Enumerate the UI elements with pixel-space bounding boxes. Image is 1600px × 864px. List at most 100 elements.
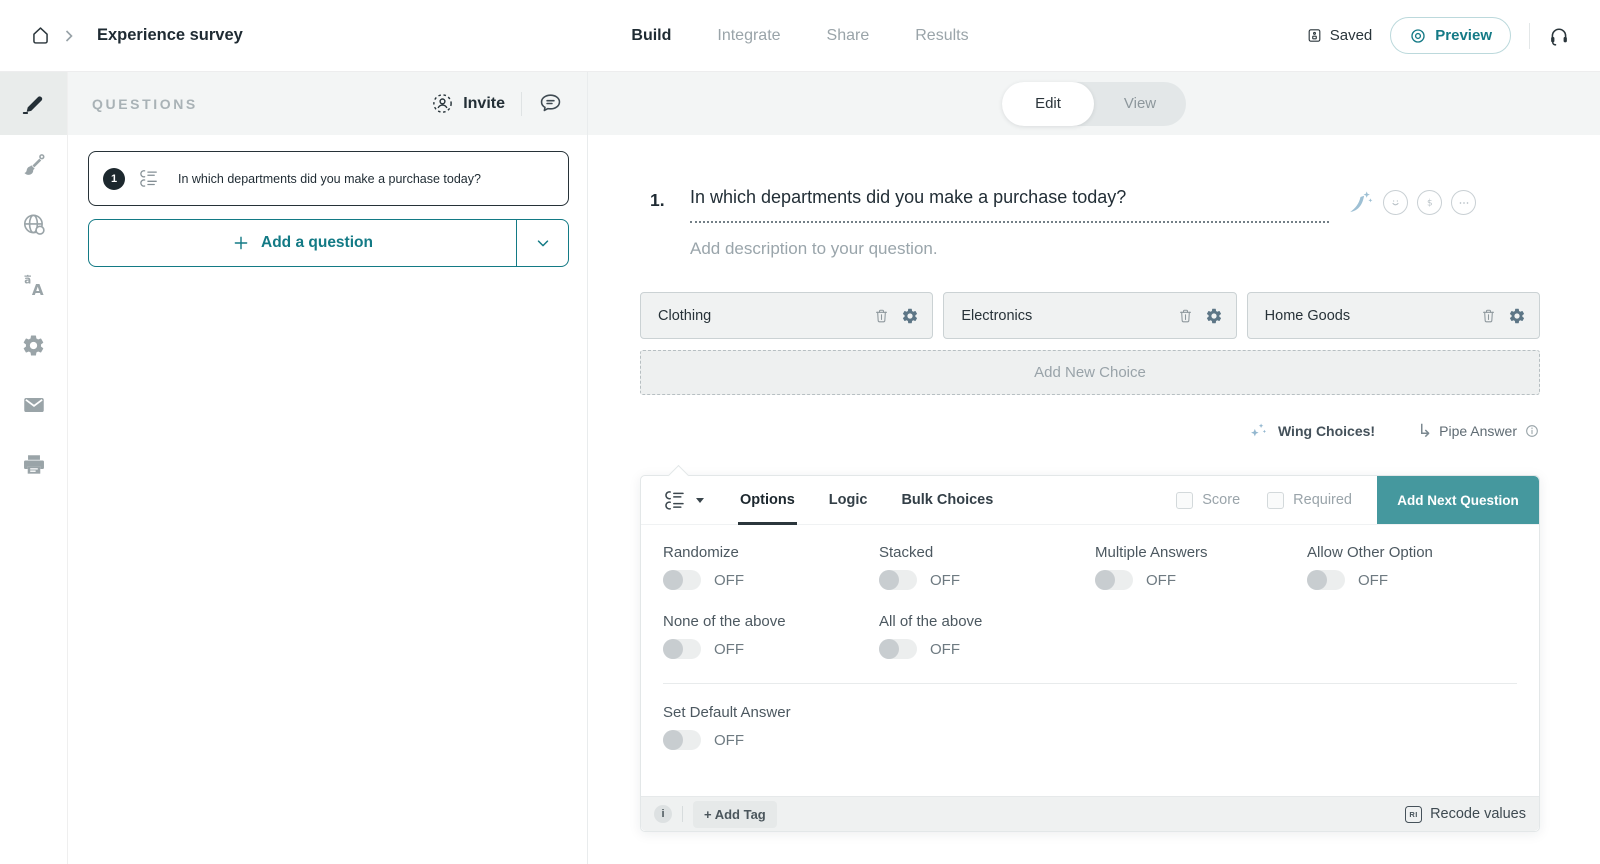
- choice-label[interactable]: Home Goods: [1265, 308, 1350, 324]
- rail-item-print[interactable]: [0, 435, 67, 495]
- rail-item-edit[interactable]: [0, 72, 67, 135]
- invite-label: Invite: [463, 95, 505, 113]
- choices-row: Clothing: [640, 292, 1540, 339]
- tab-build[interactable]: Build: [631, 27, 671, 45]
- question-title-input[interactable]: In which departments did you make a purc…: [690, 187, 1329, 223]
- choice-chip[interactable]: Home Goods: [1247, 292, 1540, 339]
- preview-button[interactable]: Preview: [1390, 17, 1511, 54]
- choice-label[interactable]: Electronics: [961, 308, 1032, 324]
- pipe-answer-button[interactable]: ↳ Pipe Answer: [1417, 422, 1540, 440]
- rail-item-email[interactable]: [0, 375, 67, 435]
- rail-item-translate[interactable]: a A: [0, 255, 67, 315]
- tab-logic[interactable]: Logic: [829, 476, 868, 524]
- choice-label[interactable]: Clothing: [658, 308, 711, 324]
- topbar: Experience survey Build Integrate Share …: [0, 0, 1600, 72]
- trash-icon[interactable]: [1480, 307, 1497, 325]
- question-list-item[interactable]: 1 In which departments did you make a pu…: [88, 151, 569, 206]
- topbar-actions: Saved Preview: [1306, 17, 1570, 54]
- translate-icon: a A: [21, 272, 47, 298]
- tab-share[interactable]: Share: [827, 27, 870, 45]
- trash-icon[interactable]: [873, 307, 890, 325]
- main-header: Edit View: [588, 72, 1600, 135]
- mode-edit[interactable]: Edit: [1002, 82, 1094, 126]
- add-question-dropdown[interactable]: [516, 220, 568, 266]
- question-number: 1.: [650, 187, 690, 211]
- main-area: Edit View 1. In which departments did yo…: [588, 72, 1600, 864]
- toggle-switch[interactable]: [879, 639, 917, 659]
- toggle-switch[interactable]: [1095, 570, 1133, 590]
- wing-choices-button[interactable]: Wing Choices!: [1249, 421, 1375, 441]
- question-editor: 1. In which departments did you make a p…: [588, 135, 1600, 864]
- toggle-grid: Randomize OFF Stacked OFF: [663, 544, 1517, 659]
- choice-gear-icon[interactable]: [1205, 307, 1223, 325]
- saved-icon: [1306, 27, 1323, 44]
- gear-icon: [21, 333, 46, 358]
- choice-chip[interactable]: Clothing: [640, 292, 933, 339]
- headset-icon[interactable]: [1548, 25, 1570, 47]
- svg-text:$: $: [1427, 199, 1433, 209]
- toggle-switch[interactable]: [663, 730, 701, 750]
- score-label: Score: [1202, 492, 1240, 508]
- rail-item-settings[interactable]: [0, 315, 67, 375]
- breadcrumb-chevron-icon: [65, 30, 73, 42]
- recode-icon: RI: [1405, 806, 1422, 823]
- comment-icon[interactable]: [538, 91, 563, 116]
- rail-item-globe-settings[interactable]: [0, 195, 67, 255]
- toggle-allow-other-option: Allow Other Option OFF: [1307, 544, 1517, 590]
- toggle-stacked: Stacked OFF: [879, 544, 1095, 590]
- question-action-icons: $: [1347, 187, 1476, 216]
- choice-chip[interactable]: Electronics: [943, 292, 1236, 339]
- magic-feather-icon[interactable]: [1347, 189, 1374, 216]
- required-checkbox[interactable]: Required: [1267, 492, 1352, 509]
- question-type-dropdown[interactable]: [663, 476, 704, 524]
- toggle-randomize: Randomize OFF: [663, 544, 879, 590]
- pipe-answer-label: Pipe Answer: [1439, 423, 1517, 439]
- trash-icon[interactable]: [1177, 307, 1194, 325]
- choice-gear-icon[interactable]: [901, 307, 919, 325]
- add-next-question-button[interactable]: Add Next Question: [1377, 476, 1539, 524]
- toggle-switch[interactable]: [663, 639, 701, 659]
- home-icon[interactable]: [30, 25, 51, 46]
- choice-gear-icon[interactable]: [1508, 307, 1526, 325]
- question-list-item-text: In which departments did you make a purc…: [178, 172, 481, 186]
- pencil-icon: [21, 91, 47, 117]
- mode-view[interactable]: View: [1094, 82, 1186, 126]
- header-divider: [521, 92, 522, 116]
- options-checkboxes: Score Required: [1176, 476, 1352, 524]
- options-tabs: Options Logic Bulk Choices: [740, 476, 993, 524]
- questions-panel-header: QUESTIONS Invite: [68, 72, 587, 135]
- toggle-switch[interactable]: [879, 570, 917, 590]
- add-new-choice-button[interactable]: Add New Choice: [640, 350, 1540, 395]
- tab-options[interactable]: Options: [740, 476, 795, 524]
- dollar-icon[interactable]: $: [1417, 190, 1442, 215]
- saved-status: Saved: [1306, 27, 1373, 44]
- add-question-button[interactable]: Add a question: [89, 220, 516, 266]
- question-description-placeholder[interactable]: Add description to your question.: [690, 239, 1540, 259]
- add-question-split-button: Add a question: [88, 219, 569, 267]
- toggle-set-default-answer: Set Default Answer OFF: [663, 704, 1517, 750]
- smiley-icon[interactable]: [1383, 190, 1408, 215]
- recode-values-button[interactable]: RI Recode values: [1405, 806, 1526, 823]
- wing-choices-label: Wing Choices!: [1278, 423, 1375, 439]
- svg-text:A: A: [31, 281, 43, 298]
- tab-integrate[interactable]: Integrate: [717, 27, 780, 45]
- options-divider: [663, 683, 1517, 684]
- toggle-switch[interactable]: [1307, 570, 1345, 590]
- ellipsis-icon[interactable]: [1451, 190, 1476, 215]
- recode-values-label: Recode values: [1430, 806, 1526, 822]
- info-badge[interactable]: i: [654, 805, 672, 823]
- tab-results[interactable]: Results: [915, 27, 968, 45]
- tab-bulk-choices[interactable]: Bulk Choices: [901, 476, 993, 524]
- options-footer: i + Add Tag RI Recode values: [641, 796, 1539, 831]
- envelope-icon: [21, 392, 47, 418]
- info-icon[interactable]: [1524, 423, 1540, 439]
- toggle-none-of-the-above: None of the above OFF: [663, 613, 879, 659]
- add-tag-button[interactable]: + Add Tag: [693, 801, 777, 828]
- sparkles-icon: [1249, 421, 1269, 441]
- checkbox-icon: [1176, 492, 1193, 509]
- options-body: Randomize OFF Stacked OFF: [641, 525, 1539, 796]
- invite-button[interactable]: Invite: [431, 92, 505, 115]
- score-checkbox[interactable]: Score: [1176, 492, 1240, 509]
- toggle-switch[interactable]: [663, 570, 701, 590]
- rail-item-design[interactable]: [0, 135, 67, 195]
